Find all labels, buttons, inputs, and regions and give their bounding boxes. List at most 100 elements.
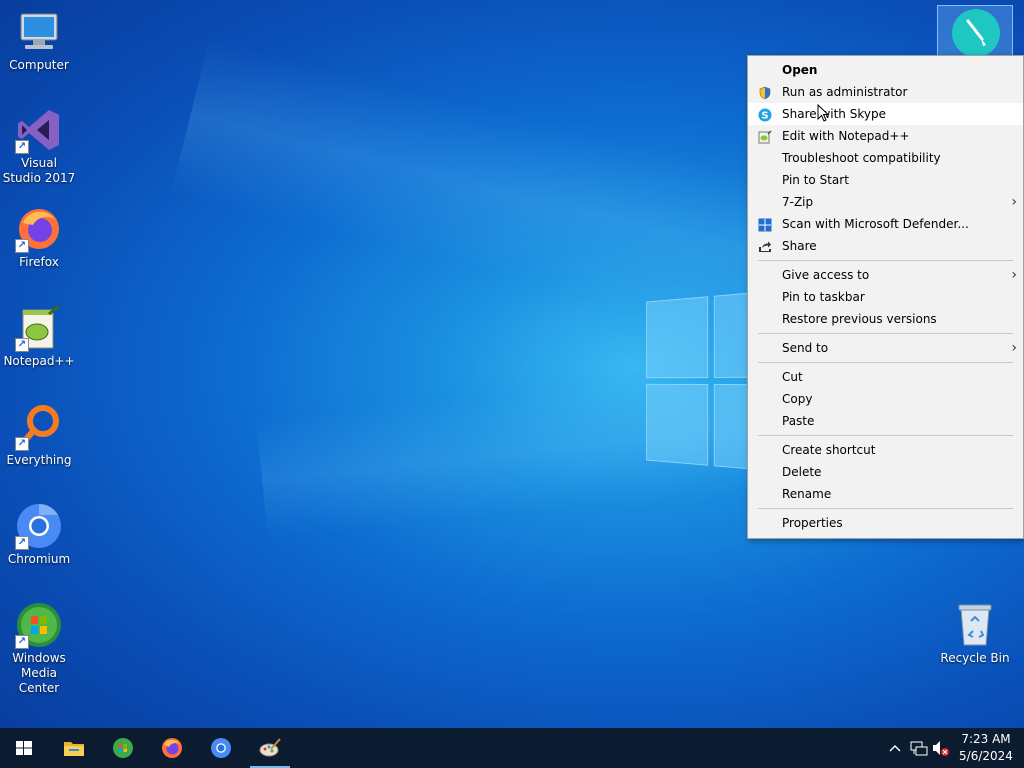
menu-item-delete[interactable]: Delete [748, 461, 1023, 483]
menu-separator [758, 333, 1013, 334]
desktop-icon-label: Windows Media Center [12, 651, 66, 695]
tray-show-hidden-icons[interactable] [886, 728, 904, 768]
desktop-icon-firefox[interactable]: ↗ Firefox [1, 205, 77, 270]
desktop-icon-everything[interactable]: ↗ Everything [1, 403, 77, 468]
menu-separator [758, 508, 1013, 509]
taskbar-file-explorer[interactable] [50, 728, 98, 768]
menu-item-label: 7-Zip [782, 195, 814, 209]
menu-item-label: Rename [782, 487, 832, 501]
taskbar-paint[interactable] [246, 728, 294, 768]
menu-item-rename[interactable]: Rename [748, 483, 1023, 505]
taskbar-clock[interactable]: 7:23 AM 5/6/2024 [948, 728, 1024, 768]
menu-item-label: Restore previous versions [782, 312, 937, 326]
menu-item-label: Properties [782, 516, 843, 530]
taskbar-windows-media-center[interactable] [99, 728, 147, 768]
firefox-icon [161, 737, 183, 759]
clock-time: 7:23 AM [961, 732, 1011, 746]
chevron-right-icon: › [1011, 267, 1017, 283]
menu-item-label: Give access to [782, 268, 870, 282]
defender-icon [758, 217, 772, 232]
desktop-icon-visual-studio[interactable]: ↗ Visual Studio 2017 [1, 106, 77, 186]
menu-item-label: Create shortcut [782, 443, 876, 457]
taskbar-chromium[interactable] [197, 728, 245, 768]
desktop-icon-label: Everything [6, 453, 72, 467]
menu-item-copy[interactable]: Copy [748, 388, 1023, 410]
chevron-right-icon: › [1011, 340, 1017, 356]
desktop-icon-notepadpp[interactable]: ↗ Notepad++ [1, 304, 77, 369]
menu-item-label: Pin to taskbar [782, 290, 865, 304]
windows-start-icon [13, 737, 35, 759]
menu-item-restore-previous-versions[interactable]: Restore previous versions [748, 308, 1023, 330]
menu-separator [758, 435, 1013, 436]
menu-item-label: Cut [782, 370, 803, 384]
menu-item-create-shortcut[interactable]: Create shortcut [748, 439, 1023, 461]
menu-item-label: Open [782, 63, 818, 77]
uac-shield-icon [758, 85, 772, 100]
windows-media-center-icon: ↗ [15, 601, 63, 649]
skype-icon: S [758, 107, 772, 122]
taskbar-firefox[interactable] [148, 728, 196, 768]
menu-item-7zip[interactable]: 7-Zip › [748, 191, 1023, 213]
menu-item-scan-with-defender[interactable]: Scan with Microsoft Defender... [748, 213, 1023, 235]
chromium-icon [210, 737, 232, 759]
paint-brush-icon [952, 9, 1000, 57]
desktop-icon-selected-paint[interactable] [937, 5, 1013, 57]
menu-item-give-access-to[interactable]: Give access to › [748, 264, 1023, 286]
menu-item-label: Scan with Microsoft Defender... [782, 217, 969, 231]
desktop-icon-label: Firefox [19, 255, 59, 269]
windows-media-center-icon [112, 737, 134, 759]
desktop-icon-label: Notepad++ [3, 354, 75, 368]
shortcut-arrow-icon: ↗ [15, 437, 29, 451]
desktop-icon-recycle-bin[interactable]: Recycle Bin [937, 601, 1013, 666]
menu-item-label: Pin to Start [782, 173, 849, 187]
menu-item-share-with-skype[interactable]: S Share with Skype [748, 103, 1023, 125]
svg-text:S: S [761, 111, 768, 122]
tray-network[interactable] [908, 728, 930, 768]
chevron-right-icon: › [1011, 194, 1017, 210]
shortcut-arrow-icon: ↗ [15, 140, 29, 154]
clock-date: 5/6/2024 [959, 749, 1013, 763]
menu-item-run-as-administrator[interactable]: Run as administrator [748, 81, 1023, 103]
desktop-icon-label: Visual Studio 2017 [2, 156, 76, 185]
shortcut-arrow-icon: ↗ [15, 635, 29, 649]
menu-item-edit-with-notepadpp[interactable]: Edit with Notepad++ [748, 125, 1023, 147]
menu-item-pin-to-start[interactable]: Pin to Start [748, 169, 1023, 191]
computer-icon [15, 8, 63, 56]
mouse-cursor-icon [817, 103, 830, 122]
menu-item-pin-to-taskbar[interactable]: Pin to taskbar [748, 286, 1023, 308]
menu-item-label: Share [782, 239, 817, 253]
menu-item-label: Edit with Notepad++ [782, 129, 910, 143]
shortcut-arrow-icon: ↗ [15, 338, 29, 352]
start-button[interactable] [0, 728, 48, 768]
shortcut-arrow-icon: ↗ [15, 239, 29, 253]
menu-item-share[interactable]: Share [748, 235, 1023, 257]
menu-item-label: Send to [782, 341, 829, 355]
network-icon [910, 741, 928, 756]
visual-studio-icon: ↗ [15, 106, 63, 154]
menu-item-troubleshoot-compatibility[interactable]: Troubleshoot compatibility [748, 147, 1023, 169]
menu-item-cut[interactable]: Cut [748, 366, 1023, 388]
menu-item-open[interactable]: Open [748, 59, 1023, 81]
everything-icon: ↗ [15, 403, 63, 451]
context-menu: Open Run as administrator S Share with S… [747, 55, 1024, 539]
menu-item-properties[interactable]: Properties [748, 512, 1023, 534]
desktop-icon-windows-media-center[interactable]: ↗ Windows Media Center [1, 601, 77, 696]
paint-icon [259, 737, 281, 759]
notepadpp-small-icon [758, 129, 772, 144]
chromium-icon: ↗ [15, 502, 63, 550]
desktop-icon-computer[interactable]: Computer [1, 8, 77, 73]
notepadpp-icon: ↗ [15, 304, 63, 352]
menu-item-paste[interactable]: Paste [748, 410, 1023, 432]
menu-separator [758, 362, 1013, 363]
file-explorer-icon [63, 737, 85, 759]
desktop-icon-chromium[interactable]: ↗ Chromium [1, 502, 77, 567]
firefox-icon: ↗ [15, 205, 63, 253]
menu-item-label: Paste [782, 414, 815, 428]
share-icon [758, 239, 772, 253]
recycle-bin-icon [951, 601, 999, 649]
menu-separator [758, 260, 1013, 261]
chevron-up-icon [889, 745, 901, 752]
desktop-icon-label: Computer [9, 58, 69, 72]
menu-item-label: Troubleshoot compatibility [782, 151, 941, 165]
menu-item-send-to[interactable]: Send to › [748, 337, 1023, 359]
